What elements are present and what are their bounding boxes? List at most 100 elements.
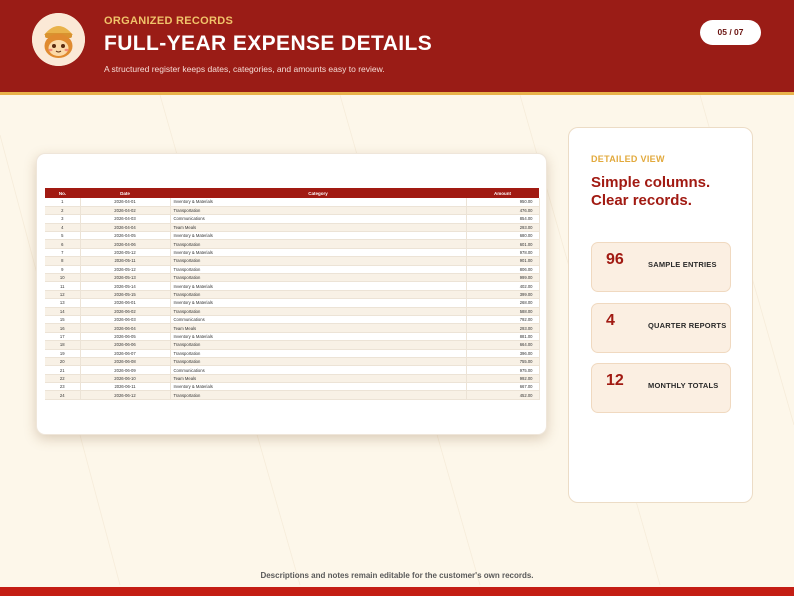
row-category: Inventory & Materials xyxy=(170,231,467,241)
row-number: 1 xyxy=(45,198,81,207)
row-amount: 755.00 xyxy=(466,357,540,367)
row-number: 17 xyxy=(45,332,81,342)
row-date: 2026-06-01 xyxy=(80,298,171,308)
row-amount: 293.00 xyxy=(466,323,540,333)
row-category: Transportation xyxy=(170,273,467,283)
column-header[interactable]: Date xyxy=(80,188,170,198)
row-category: Team Meals xyxy=(170,323,467,333)
page-title: FULL-YEAR EXPENSE DETAILS xyxy=(104,32,433,55)
row-amount: 476.00 xyxy=(466,206,540,216)
row-category: Team Meals xyxy=(170,374,467,384)
table-row[interactable]: 10 2026-05-13 Transportation 999.00 xyxy=(45,273,540,283)
table-row[interactable]: 18 2026-06-06 Transportation 664.00 xyxy=(45,340,540,350)
row-category: Team Meals xyxy=(170,223,467,233)
row-amount: 396.00 xyxy=(466,349,540,358)
row-number: 22 xyxy=(45,374,81,384)
row-number: 9 xyxy=(45,265,81,275)
table-row[interactable]: 23 2026-06-11 Inventory & Materials 667.00 xyxy=(45,382,540,392)
stat-value: 12 xyxy=(606,372,624,389)
side-headline: Simple columns. Clear records. xyxy=(591,174,741,210)
row-date: 2026-06-07 xyxy=(80,349,171,358)
table-row[interactable]: 3 2026-04-03 Communications 854.00 xyxy=(45,214,540,224)
footer-note: Descriptions and notes remain editable f… xyxy=(260,571,534,580)
page-indicator[interactable]: 05 / 07 xyxy=(700,20,761,45)
row-number: 12 xyxy=(45,290,81,300)
row-date: 2026-05-12 xyxy=(80,248,171,258)
row-category: Transportation xyxy=(170,390,467,400)
row-category: Inventory & Materials xyxy=(170,298,467,308)
row-amount: 588.00 xyxy=(466,307,540,316)
row-number: 10 xyxy=(45,273,81,283)
row-category: Transportation xyxy=(170,265,467,275)
table-row[interactable]: 16 2026-06-04 Team Meals 293.00 xyxy=(45,323,540,333)
header-eyebrow: ORGANIZED RECORDS xyxy=(104,15,234,27)
row-date: 2026-05-12 xyxy=(80,265,171,275)
table-row[interactable]: 19 2026-06-07 Transportation 396.00 xyxy=(45,349,540,358)
row-amount: 399.00 xyxy=(466,290,540,300)
row-amount: 950.00 xyxy=(466,198,540,207)
row-date: 2026-06-06 xyxy=(80,340,171,350)
table-row[interactable]: 24 2026-06-12 Transportation 452.00 xyxy=(45,390,540,400)
row-number: 15 xyxy=(45,315,81,325)
table-row[interactable]: 21 2026-06-09 Communications 975.00 xyxy=(45,365,540,375)
row-date: 2026-04-02 xyxy=(80,206,171,216)
row-amount: 978.00 xyxy=(466,248,540,258)
row-category: Inventory & Materials xyxy=(170,281,467,291)
row-date: 2026-04-01 xyxy=(80,198,171,207)
column-header[interactable]: Category xyxy=(170,188,466,198)
row-amount: 293.00 xyxy=(466,223,540,233)
table-row[interactable]: 5 2026-04-05 Inventory & Materials 680.00 xyxy=(45,231,540,241)
table-row[interactable]: 20 2026-06-08 Transportation 755.00 xyxy=(45,357,540,367)
mascot-logo-icon xyxy=(32,13,85,66)
row-date: 2026-06-08 xyxy=(80,357,171,367)
table-header-row: No. Date Category Amount xyxy=(45,188,539,198)
row-date: 2026-05-14 xyxy=(80,281,171,291)
row-category: Transportation xyxy=(170,357,467,367)
table-row[interactable]: 13 2026-06-01 Inventory & Materials 268.00 xyxy=(45,298,540,308)
table-row[interactable]: 17 2026-06-05 Inventory & Materials 881.00 xyxy=(45,332,540,342)
table-row[interactable]: 22 2026-06-10 Team Meals 992.00 xyxy=(45,374,540,384)
records-table-card: No. Date Category Amount 1 2026-04-01 Inve… xyxy=(36,153,547,435)
row-amount: 999.00 xyxy=(466,273,540,283)
table-row[interactable]: 6 2026-04-06 Transportation 601.00 xyxy=(45,239,540,249)
row-date: 2026-05-11 xyxy=(80,256,171,266)
row-number: 21 xyxy=(45,365,81,375)
side-headline-line: Simple columns. xyxy=(591,174,711,191)
table-row[interactable]: 15 2026-06-03 Communications 792.00 xyxy=(45,315,540,325)
row-category: Inventory & Materials xyxy=(170,248,467,258)
row-amount: 901.00 xyxy=(466,256,540,266)
table-row[interactable]: 1 2026-04-01 Inventory & Materials 950.00 xyxy=(45,198,540,207)
detailed-view-card: DETAILED VIEW Simple columns. Clear reco… xyxy=(568,127,753,503)
row-category: Transportation xyxy=(170,290,467,300)
row-amount: 680.00 xyxy=(466,231,540,241)
row-amount: 992.00 xyxy=(466,374,540,384)
table-row[interactable]: 14 2026-06-02 Transportation 588.00 xyxy=(45,307,540,316)
row-category: Transportation xyxy=(170,206,467,216)
column-header[interactable]: No. xyxy=(45,188,80,198)
column-header[interactable]: Amount xyxy=(466,188,539,198)
row-number: 2 xyxy=(45,206,81,216)
table-row[interactable]: 7 2026-05-12 Inventory & Materials 978.00 xyxy=(45,248,540,258)
stat-sample-entries: 96 SAMPLE ENTRIES xyxy=(591,242,731,292)
row-category: Inventory & Materials xyxy=(170,382,467,392)
table-row[interactable]: 9 2026-05-12 Transportation 806.00 xyxy=(45,265,540,275)
row-category: Inventory & Materials xyxy=(170,198,467,207)
table-row[interactable]: 11 2026-05-14 Inventory & Materials 402.00 xyxy=(45,281,540,291)
row-date: 2026-04-05 xyxy=(80,231,171,241)
row-date: 2026-06-11 xyxy=(80,382,171,392)
row-date: 2026-06-12 xyxy=(80,390,171,400)
table-row[interactable]: 2 2026-04-02 Transportation 476.00 xyxy=(45,206,540,216)
row-category: Communications xyxy=(170,365,467,375)
row-amount: 452.00 xyxy=(466,390,540,400)
row-date: 2026-06-04 xyxy=(80,323,171,333)
row-date: 2026-04-03 xyxy=(80,214,171,224)
table-row[interactable]: 12 2026-05-15 Transportation 399.00 xyxy=(45,290,540,300)
table-row[interactable]: 8 2026-05-11 Transportation 901.00 xyxy=(45,256,540,266)
footer-bar xyxy=(0,587,794,596)
row-number: 3 xyxy=(45,214,81,224)
row-number: 23 xyxy=(45,382,81,392)
row-number: 8 xyxy=(45,256,81,266)
row-number: 18 xyxy=(45,340,81,350)
row-number: 13 xyxy=(45,298,81,308)
table-row[interactable]: 4 2026-04-04 Team Meals 293.00 xyxy=(45,223,540,233)
